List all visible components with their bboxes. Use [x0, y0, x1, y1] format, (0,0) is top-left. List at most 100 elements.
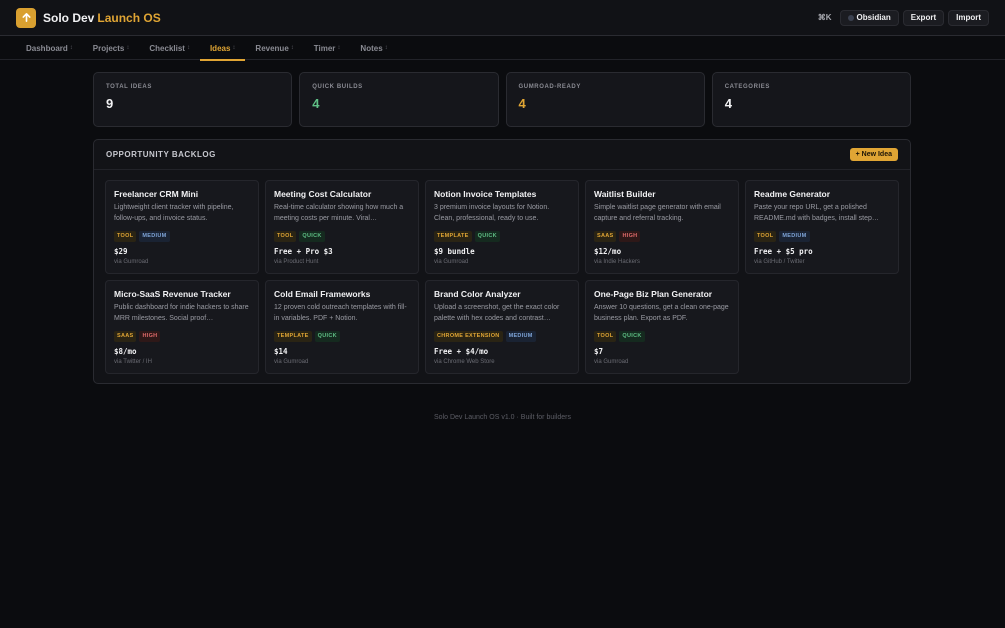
- tag-badge: CHROME EXTENSION: [434, 331, 503, 342]
- tab-label: Dashboard: [26, 43, 68, 53]
- tag-badge: QUICK: [619, 331, 645, 342]
- obsidian-icon: [847, 14, 854, 21]
- idea-card[interactable]: Readme Generator Paste your repo URL, get…: [745, 180, 899, 274]
- idea-title: Readme Generator: [754, 189, 831, 199]
- idea-price: $9 bundle: [434, 247, 475, 256]
- idea-badges: TOOL QUICK: [274, 231, 410, 242]
- idea-price: Free + Pro $3: [274, 247, 333, 256]
- tag-badge: TOOL: [754, 231, 777, 242]
- sort-icon: ↕: [69, 45, 73, 51]
- tag-badge: QUICK: [474, 231, 500, 242]
- idea-badges: SAAS HIGH: [594, 231, 730, 242]
- tag-badge: TOOL: [274, 231, 297, 242]
- sort-icon: ↕: [384, 45, 388, 51]
- stat-card: CATEGORIES 4: [711, 72, 911, 127]
- idea-description: Upload a screenshot, get the exact color…: [434, 304, 560, 322]
- idea-source: via GitHub / Twitter: [754, 259, 805, 265]
- idea-description: Lightweight client tracker with pipeline…: [114, 204, 234, 222]
- idea-card[interactable]: Brand Color Analyzer Upload a screenshot,…: [425, 280, 579, 374]
- import-button[interactable]: Import: [948, 9, 989, 26]
- idea-card[interactable]: Cold Email Frameworks 12 proven cold outr…: [265, 280, 419, 374]
- opportunity-backlog: OPPORTUNITY BACKLOG + New Idea Freelance…: [93, 139, 911, 384]
- tab-notes[interactable]: Notes ↕: [350, 36, 397, 60]
- stat-value: 4: [312, 96, 320, 111]
- idea-price: Free + $4/mo: [434, 347, 489, 356]
- tab-revenue[interactable]: Revenue ↕: [245, 36, 303, 60]
- idea-source: via Gumroad: [114, 259, 149, 265]
- tag-badge: TEMPLATE: [274, 331, 312, 342]
- idea-badges: TOOL QUICK: [594, 331, 730, 342]
- idea-price: $7: [594, 347, 604, 356]
- idea-description: 3 premium invoice layouts for Notion. Cl…: [434, 204, 550, 222]
- tag-badge: MEDIUM: [779, 231, 810, 242]
- tag-badge: TOOL: [594, 331, 617, 342]
- idea-card[interactable]: Freelancer CRM Mini Lightweight client tr…: [105, 180, 259, 274]
- tag-badge: HIGH: [619, 231, 641, 242]
- idea-badges: SAAS HIGH: [114, 331, 250, 342]
- idea-source: via Gumroad: [274, 359, 309, 365]
- stat-card: GUMROAD-READY 4: [505, 72, 705, 127]
- footer-text: Solo Dev Launch OS v1.0 · Built for buil…: [434, 414, 571, 421]
- tab-label: Notes: [360, 43, 383, 53]
- tab-label: Revenue: [255, 43, 289, 53]
- idea-description: Public dashboard for indie hackers to sh…: [114, 304, 249, 322]
- tab-label: Checklist: [149, 43, 185, 53]
- tab-ideas[interactable]: Ideas ↕: [199, 36, 246, 61]
- idea-title: One-Page Biz Plan Generator: [594, 289, 713, 299]
- idea-badges: TEMPLATE QUICK: [274, 331, 410, 342]
- idea-price: $12/mo: [594, 247, 622, 256]
- idea-source: via Indie Hackers: [594, 259, 641, 265]
- idea-source: via Product Hunt: [274, 259, 319, 265]
- top-bar: Solo Dev Launch OS ⌘K Obsidian Export Imp…: [0, 0, 1005, 36]
- idea-source: via Gumroad: [434, 259, 469, 265]
- idea-card[interactable]: Meeting Cost Calculator Real-time calcula…: [265, 180, 419, 274]
- idea-title: Cold Email Frameworks: [274, 289, 371, 299]
- brand-accent: Launch OS: [97, 10, 161, 25]
- idea-grid: Freelancer CRM Mini Lightweight client tr…: [105, 180, 899, 374]
- idea-title: Waitlist Builder: [594, 189, 656, 199]
- sort-icon: ↕: [290, 45, 294, 51]
- tab-dashboard[interactable]: Dashboard ↕: [16, 36, 83, 60]
- idea-price: $8/mo: [114, 347, 137, 356]
- idea-title: Brand Color Analyzer: [434, 289, 521, 299]
- idea-badges: TEMPLATE QUICK: [434, 231, 570, 242]
- sort-icon: ↕: [232, 45, 236, 51]
- tab-checklist[interactable]: Checklist ↕: [139, 36, 200, 60]
- idea-source: via Twitter / IH: [114, 359, 152, 365]
- idea-badges: TOOL MEDIUM: [754, 231, 890, 242]
- tab-label: Timer: [313, 43, 336, 53]
- stat-card: QUICK BUILDS 4: [299, 72, 499, 127]
- tag-badge: QUICK: [314, 331, 340, 342]
- tab-projects[interactable]: Projects ↕: [83, 36, 140, 60]
- main-nav: Dashboard ↕ Projects ↕ Checklist ↕ Ideas ↕ Reven…: [0, 36, 1005, 61]
- idea-title: Micro-SaaS Revenue Tracker: [114, 289, 231, 299]
- idea-description: Simple waitlist page generator with emai…: [594, 204, 721, 222]
- stat-label: TOTAL IDEAS: [106, 84, 152, 90]
- idea-title: Freelancer CRM Mini: [114, 189, 199, 199]
- tab-timer[interactable]: Timer ↕: [304, 36, 351, 60]
- idea-title: Notion Invoice Templates: [434, 189, 537, 199]
- tag-badge: SAAS: [594, 231, 617, 242]
- idea-card[interactable]: Notion Invoice Templates 3 premium invoic…: [425, 180, 579, 274]
- idea-card[interactable]: Micro-SaaS Revenue Tracker Public dashboa…: [105, 280, 259, 374]
- idea-card[interactable]: Waitlist Builder Simple waitlist page gen…: [585, 180, 739, 274]
- backlog-title: OPPORTUNITY BACKLOG: [106, 150, 216, 159]
- app-logo: [16, 7, 36, 28]
- sort-icon: ↕: [126, 45, 130, 51]
- obsidian-button[interactable]: Obsidian: [839, 9, 899, 26]
- idea-card[interactable]: One-Page Biz Plan Generator Answer 10 que…: [585, 280, 739, 374]
- tab-label: Ideas: [209, 43, 231, 53]
- idea-badges: TOOL MEDIUM: [114, 231, 250, 242]
- stat-card: TOTAL IDEAS 9: [93, 72, 293, 127]
- stat-label: GUMROAD-READY: [518, 84, 581, 90]
- tag-badge: QUICK: [299, 231, 325, 242]
- tag-badge: HIGH: [139, 331, 161, 342]
- export-button[interactable]: Export: [902, 9, 945, 26]
- new-idea-button[interactable]: + New Idea: [849, 148, 898, 161]
- command-palette-shortcut[interactable]: ⌘K: [818, 13, 832, 22]
- backlog-header: OPPORTUNITY BACKLOG + New Idea: [94, 140, 910, 170]
- idea-source: via Gumroad: [594, 359, 629, 365]
- brand-main: Solo Dev: [43, 10, 95, 25]
- stat-value: 9: [106, 96, 114, 111]
- tag-badge: TOOL: [114, 231, 137, 242]
